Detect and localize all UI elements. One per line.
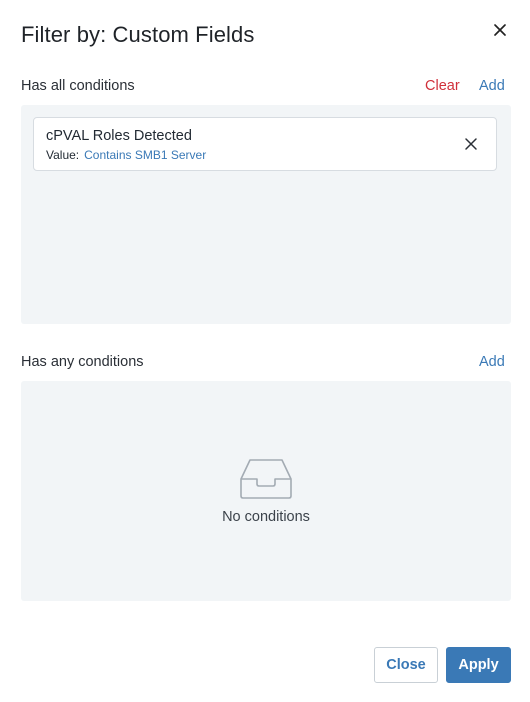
condition-value-text[interactable]: Contains SMB1 Server <box>84 148 206 162</box>
condition-value: Value: Contains SMB1 Server <box>46 148 206 162</box>
add-all-condition-link[interactable]: Add <box>479 78 505 94</box>
dialog-title: Filter by: Custom Fields <box>21 22 255 47</box>
close-button[interactable]: Close <box>374 647 438 683</box>
any-conditions-label: Has any conditions <box>21 354 144 370</box>
condition-card[interactable]: cPVAL Roles Detected Value: Contains SMB1… <box>33 117 497 171</box>
remove-condition-button[interactable] <box>464 137 478 151</box>
condition-field-name: cPVAL Roles Detected <box>46 128 192 144</box>
condition-value-key: Value: <box>46 148 80 162</box>
dialog-close-icon[interactable] <box>490 20 510 40</box>
all-conditions-label: Has all conditions <box>21 78 135 94</box>
all-conditions-panel: cPVAL Roles Detected Value: Contains SMB1… <box>21 105 511 324</box>
empty-state-text: No conditions <box>222 509 310 525</box>
inbox-icon <box>240 459 292 499</box>
empty-state: No conditions <box>21 457 511 525</box>
clear-all-conditions-link[interactable]: Clear <box>425 78 460 94</box>
close-icon <box>494 24 506 36</box>
add-any-condition-link[interactable]: Add <box>479 354 505 370</box>
any-conditions-panel: No conditions <box>21 381 511 601</box>
close-icon <box>465 138 477 150</box>
apply-button[interactable]: Apply <box>446 647 511 683</box>
